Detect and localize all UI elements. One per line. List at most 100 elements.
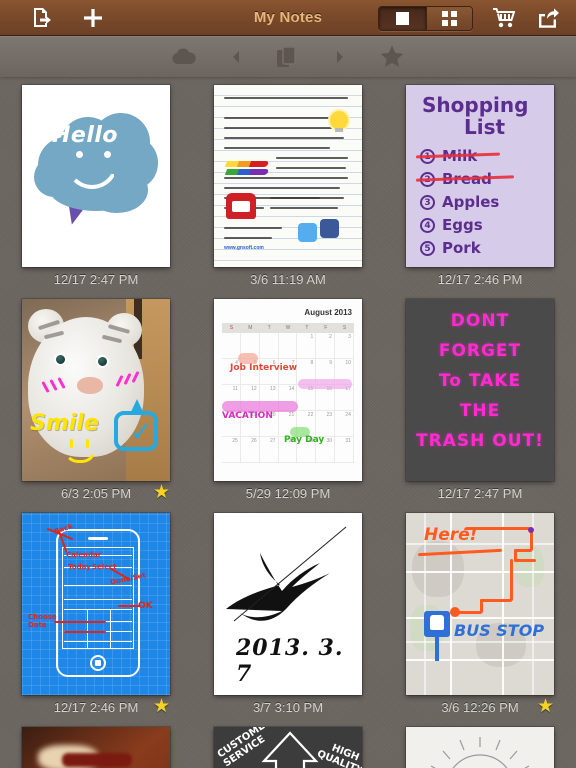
note-card-trash-reminder[interactable]: DONT FORGET To TAKE THE TRASH OUT! 12/17… xyxy=(384,291,576,505)
smiley-eye-right xyxy=(104,151,111,158)
note-card-signature[interactable]: 2013. 3. 7 3/7 3:10 PM xyxy=(192,505,384,719)
notes-row: Hello 12/17 2:47 PM xyxy=(0,77,576,291)
note-preview xyxy=(406,727,554,768)
annotation-choose-date: Choose Date xyxy=(28,613,54,629)
note-thumbnail-chalkboard[interactable]: CUSTOMER SERVICE HIGH QUALITY xyxy=(214,727,362,768)
note-meta: 6/3 2:05 PM ★ xyxy=(0,481,192,505)
secondary-toolbar xyxy=(0,36,576,77)
note-thumbnail-tiger-smile[interactable]: Smile ✓ xyxy=(22,299,170,481)
share-button[interactable] xyxy=(528,0,568,36)
note-card-bus-stop-map[interactable]: Here! BUS STOP xyxy=(384,505,576,719)
new-note-button[interactable] xyxy=(70,0,116,36)
note-card-app-wireframe[interactable]: Back Calendar Today Select Done/Set OK C… xyxy=(0,505,192,719)
trash-line: To TAKE xyxy=(406,371,554,391)
note-card-calendar-august[interactable]: August 2013 SM TW TF S 1 2 3 xyxy=(192,291,384,505)
cloud-sync-button[interactable] xyxy=(155,48,213,65)
note-date: 12/17 2:47 PM xyxy=(54,272,139,287)
note-thumbnail-hello[interactable]: Hello xyxy=(22,85,170,267)
plus-icon xyxy=(83,8,103,28)
notes-row: Back Calendar Today Select Done/Set OK C… xyxy=(0,505,576,719)
favorite-star[interactable]: ★ xyxy=(153,697,170,717)
star-icon xyxy=(380,45,404,68)
view-mode-grid-button[interactable] xyxy=(426,7,473,30)
note-card-handwriting-intro[interactable]: www.gnsoft.com 3/6 11:19 AM xyxy=(192,77,384,291)
store-button[interactable] xyxy=(484,0,524,36)
note-meta: 12/17 2:46 PM ★ xyxy=(0,695,192,719)
note-url: www.gnsoft.com xyxy=(224,245,264,251)
shopping-heading-line2: List xyxy=(464,115,505,139)
note-thumbnail-trash-reminder[interactable]: DONT FORGET To TAKE THE TRASH OUT! xyxy=(406,299,554,481)
calendar-month-title: August 2013 xyxy=(304,308,352,317)
note-card-shopping-list[interactable]: Shopping List 1Milk 2Bread 3Apples 4Eggs xyxy=(384,77,576,291)
calendar-annotation-job: Job Interview xyxy=(230,363,297,373)
calendar-annotation-payday: Pay Day xyxy=(284,435,324,445)
note-preview: Hello xyxy=(22,85,170,267)
favorite-star[interactable]: ★ xyxy=(153,483,170,503)
next-notebook-button[interactable] xyxy=(317,51,363,63)
sun-sketch xyxy=(406,731,554,768)
trash-line: DONT xyxy=(406,311,554,331)
share-arrow-icon xyxy=(538,8,559,28)
note-thumbnail-photo-dark[interactable] xyxy=(22,727,170,768)
annotation-calendar: Calendar xyxy=(66,551,101,559)
note-thumbnail-shopping-list[interactable]: Shopping List 1Milk 2Bread 3Apples 4Eggs xyxy=(406,85,554,267)
note-meta: 12/17 2:47 PM xyxy=(0,267,192,291)
shopping-item: 3Apples xyxy=(420,193,499,211)
notes-grid: Hello 12/17 2:47 PM xyxy=(0,77,576,768)
calendar-day-headers: SM TW TF S xyxy=(222,323,354,333)
note-card-chalkboard[interactable]: CUSTOMER SERVICE HIGH QUALITY xyxy=(192,719,384,768)
shopping-cart-icon xyxy=(493,8,515,28)
facebook-icon xyxy=(320,219,339,238)
note-meta: 3/7 3:10 PM xyxy=(192,695,384,719)
note-thumbnail-handwriting-intro[interactable]: www.gnsoft.com xyxy=(214,85,362,267)
shopping-heading-line1: Shopping xyxy=(422,93,528,117)
twitter-icon xyxy=(298,223,317,242)
signature-date: 2013. 3. 7 xyxy=(236,635,362,687)
up-arrow-icon xyxy=(260,731,320,768)
notes-row: CUSTOMER SERVICE HIGH QUALITY xyxy=(0,719,576,768)
chevron-left-icon xyxy=(232,51,240,63)
note-thumbnail-app-wireframe[interactable]: Back Calendar Today Select Done/Set OK C… xyxy=(22,513,170,695)
previous-notebook-button[interactable] xyxy=(213,51,259,63)
smiley-eye-left xyxy=(76,151,83,158)
note-thumbnail-sketch[interactable] xyxy=(406,727,554,768)
view-mode-single-button[interactable] xyxy=(379,7,426,30)
shopping-item: 5Pork xyxy=(420,239,481,257)
bus-sign-pole xyxy=(435,637,439,661)
note-thumbnail-bus-stop-map[interactable]: Here! BUS STOP xyxy=(406,513,554,695)
import-note-button[interactable] xyxy=(14,0,70,36)
annotation-today: Today xyxy=(68,563,91,571)
note-thumbnail-calendar-august[interactable]: August 2013 SM TW TF S 1 2 3 xyxy=(214,299,362,481)
note-card-sketch[interactable] xyxy=(384,719,576,768)
top-toolbar: My Notes xyxy=(0,0,576,36)
check-mark: ✓ xyxy=(130,417,153,448)
mail-icon xyxy=(226,193,256,219)
lightbulb-icon xyxy=(330,111,348,129)
smile-annotation: Smile xyxy=(30,411,99,436)
note-preview: Smile ✓ xyxy=(22,299,170,481)
note-card-hello[interactable]: Hello 12/17 2:47 PM xyxy=(0,77,192,291)
note-meta: 12/17 2:47 PM xyxy=(384,481,576,505)
calendar-highlight-week xyxy=(298,379,352,389)
note-preview: www.gnsoft.com xyxy=(214,85,362,267)
note-date: 3/6 11:19 AM xyxy=(250,272,326,287)
favorites-filter-button[interactable] xyxy=(363,45,421,68)
note-card-tiger-smile[interactable]: Smile ✓ 6/3 2:05 PM ★ xyxy=(0,291,192,505)
note-preview: DONT FORGET To TAKE THE TRASH OUT! xyxy=(406,299,554,481)
notebook-selector-button[interactable] xyxy=(259,46,317,68)
note-date: 3/7 3:10 PM xyxy=(253,700,323,715)
note-preview: Shopping List 1Milk 2Bread 3Apples 4Eggs xyxy=(406,85,554,267)
chalk-line-high-quality: HIGH QUALITY xyxy=(315,738,360,768)
favorite-star[interactable]: ★ xyxy=(537,697,554,717)
note-date: 12/17 2:47 PM xyxy=(438,486,523,501)
note-date: 5/29 12:09 PM xyxy=(246,486,331,501)
notes-row: Smile ✓ 6/3 2:05 PM ★ August 2013 S xyxy=(0,291,576,505)
note-meta: 3/6 11:19 AM xyxy=(192,267,384,291)
note-date: 12/17 2:46 PM xyxy=(54,700,139,715)
view-mode-segmented-control[interactable] xyxy=(378,6,473,31)
note-card-photo-dark[interactable] xyxy=(0,719,192,768)
note-preview: August 2013 SM TW TF S 1 2 3 xyxy=(214,299,362,481)
note-thumbnail-signature[interactable]: 2013. 3. 7 xyxy=(214,513,362,695)
note-preview: 2013. 3. 7 xyxy=(214,513,362,695)
calendar-annotation-vacation: VACATION xyxy=(222,411,273,421)
